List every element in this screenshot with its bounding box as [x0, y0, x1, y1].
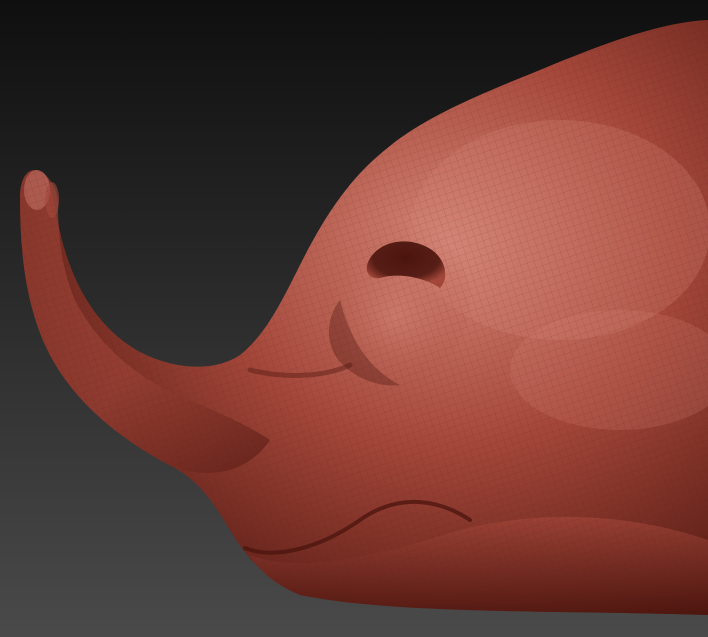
viewport-canvas: [0, 0, 708, 637]
3d-viewport[interactable]: [0, 0, 708, 637]
